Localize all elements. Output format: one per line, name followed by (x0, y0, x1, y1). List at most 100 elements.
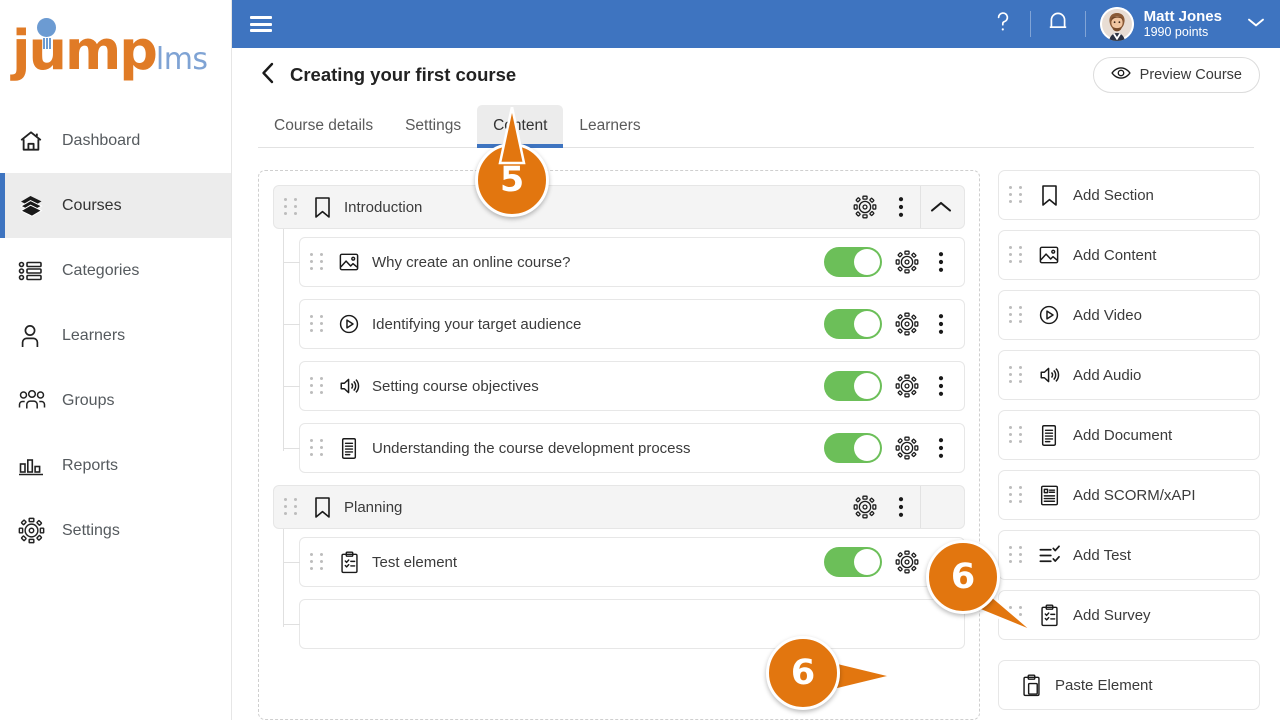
kebab-menu-icon[interactable] (924, 431, 958, 465)
sidebar-item-groups[interactable]: Groups (0, 368, 231, 433)
drag-handle-icon[interactable] (1009, 366, 1025, 384)
add-section-button[interactable]: Add Section (998, 170, 1260, 220)
scorm-icon (1033, 484, 1065, 507)
section-header[interactable]: Introduction (273, 185, 965, 229)
drag-handle-icon[interactable] (310, 439, 326, 457)
add-scorm-button[interactable]: Add SCORM/xAPI (998, 470, 1260, 520)
user-name: Matt Jones (1144, 8, 1222, 25)
cog-icon[interactable] (890, 545, 924, 579)
callout-number: 6 (926, 540, 1000, 614)
visibility-toggle[interactable] (824, 433, 882, 463)
paste-element-button[interactable]: Paste Element (998, 660, 1260, 710)
kebab-menu-icon[interactable] (884, 490, 918, 524)
back-button[interactable] (258, 60, 284, 91)
sidebar-item-settings[interactable]: Settings (0, 498, 231, 563)
drag-handle-icon[interactable] (1009, 246, 1025, 264)
cog-icon[interactable] (890, 369, 924, 403)
content-item-row[interactable]: Setting course objectives (299, 361, 965, 411)
sidebar-nav: Dashboard Courses (0, 108, 231, 563)
add-audio-label: Add Audio (1073, 367, 1141, 384)
notifications-button[interactable] (1031, 0, 1085, 48)
cog-icon[interactable] (890, 307, 924, 341)
bell-icon (1047, 10, 1069, 39)
chevron-up-icon[interactable] (920, 486, 960, 528)
drag-handle-icon[interactable] (1009, 546, 1025, 564)
add-section-label: Add Section (1073, 187, 1154, 204)
content-item-row[interactable]: Understanding the course development pro… (299, 423, 965, 473)
add-audio-button[interactable]: Add Audio (998, 350, 1260, 400)
sidebar-item-categories[interactable]: Categories (0, 238, 231, 303)
app-root: jumplms Dashboard (0, 0, 1280, 720)
sidebar-item-reports[interactable]: Reports (0, 433, 231, 498)
drag-handle-icon[interactable] (284, 498, 300, 516)
chevron-up-icon[interactable] (920, 186, 960, 228)
drag-handle-icon[interactable] (310, 377, 326, 395)
help-button[interactable] (976, 0, 1030, 48)
image-icon (1033, 244, 1065, 266)
drag-handle-icon[interactable] (284, 198, 300, 216)
content-item-row[interactable]: Why create an online course? (299, 237, 965, 287)
content-area: Introduction (232, 148, 1280, 720)
content-item-row[interactable]: Identifying your target audience (299, 299, 965, 349)
visibility-toggle[interactable] (824, 547, 882, 577)
drag-handle-icon[interactable] (310, 315, 326, 333)
section-header[interactable]: Planning (273, 485, 965, 529)
add-content-button[interactable]: Add Content (998, 230, 1260, 280)
visibility-toggle[interactable] (824, 371, 882, 401)
drag-handle-icon[interactable] (1009, 306, 1025, 324)
content-item-title: Setting course objectives (372, 378, 824, 395)
bookmark-icon (308, 496, 336, 519)
sidebar-item-learners[interactable]: Learners (0, 303, 231, 368)
content-item-row-partial[interactable] (299, 599, 965, 649)
section-actions (848, 486, 960, 528)
add-test-label: Add Test (1073, 547, 1131, 564)
visibility-toggle[interactable] (824, 309, 882, 339)
user-menu[interactable]: Matt Jones 1990 points (1086, 0, 1228, 48)
home-icon (18, 128, 58, 154)
content-item-title: Identifying your target audience (372, 316, 824, 333)
tab-settings[interactable]: Settings (389, 105, 477, 147)
add-content-label: Add Content (1073, 247, 1156, 264)
drag-handle-icon[interactable] (1009, 486, 1025, 504)
kebab-menu-icon[interactable] (924, 307, 958, 341)
app-logo[interactable]: jumplms (0, 0, 231, 96)
kebab-menu-icon[interactable] (924, 369, 958, 403)
users-icon (18, 389, 58, 413)
chevron-down-icon[interactable] (1246, 15, 1266, 34)
preview-course-button[interactable]: Preview Course (1093, 57, 1260, 93)
drag-handle-icon[interactable] (1009, 426, 1025, 444)
drag-handle-icon[interactable] (310, 553, 326, 571)
cog-icon[interactable] (848, 490, 882, 524)
kebab-menu-icon[interactable] (884, 190, 918, 224)
add-document-button[interactable]: Add Document (998, 410, 1260, 460)
content-item-title: Understanding the course development pro… (372, 440, 824, 457)
section-introduction: Introduction (273, 185, 965, 473)
callout-marker-6-survey: 6 (926, 540, 1000, 614)
cog-icon[interactable] (890, 431, 924, 465)
cog-icon[interactable] (890, 245, 924, 279)
hamburger-icon[interactable] (250, 16, 272, 32)
paste-element-label: Paste Element (1055, 677, 1153, 694)
tab-bar: Course details Settings Content Learners (258, 102, 1254, 148)
sidebar-item-dashboard[interactable]: Dashboard (0, 108, 231, 173)
kebab-menu-icon[interactable] (924, 245, 958, 279)
eye-icon (1111, 66, 1131, 84)
cog-icon[interactable] (848, 190, 882, 224)
visibility-toggle[interactable] (824, 247, 882, 277)
preview-course-label: Preview Course (1140, 67, 1242, 83)
logo-text: jump (12, 19, 156, 82)
speaker-icon (334, 375, 364, 397)
drag-handle-icon[interactable] (1009, 186, 1025, 204)
logo-dot-icon (37, 18, 56, 37)
add-video-button[interactable]: Add Video (998, 290, 1260, 340)
content-item-row[interactable]: Test element (299, 537, 965, 587)
books-icon (18, 193, 58, 219)
tab-course-details[interactable]: Course details (258, 105, 389, 147)
user-info: Matt Jones 1990 points (1144, 8, 1222, 40)
play-circle-icon (334, 313, 364, 335)
logo-suffix: lms (156, 42, 208, 77)
sidebar-item-courses[interactable]: Courses (0, 173, 231, 238)
tab-learners[interactable]: Learners (563, 105, 656, 147)
avatar (1100, 7, 1134, 41)
drag-handle-icon[interactable] (310, 253, 326, 271)
